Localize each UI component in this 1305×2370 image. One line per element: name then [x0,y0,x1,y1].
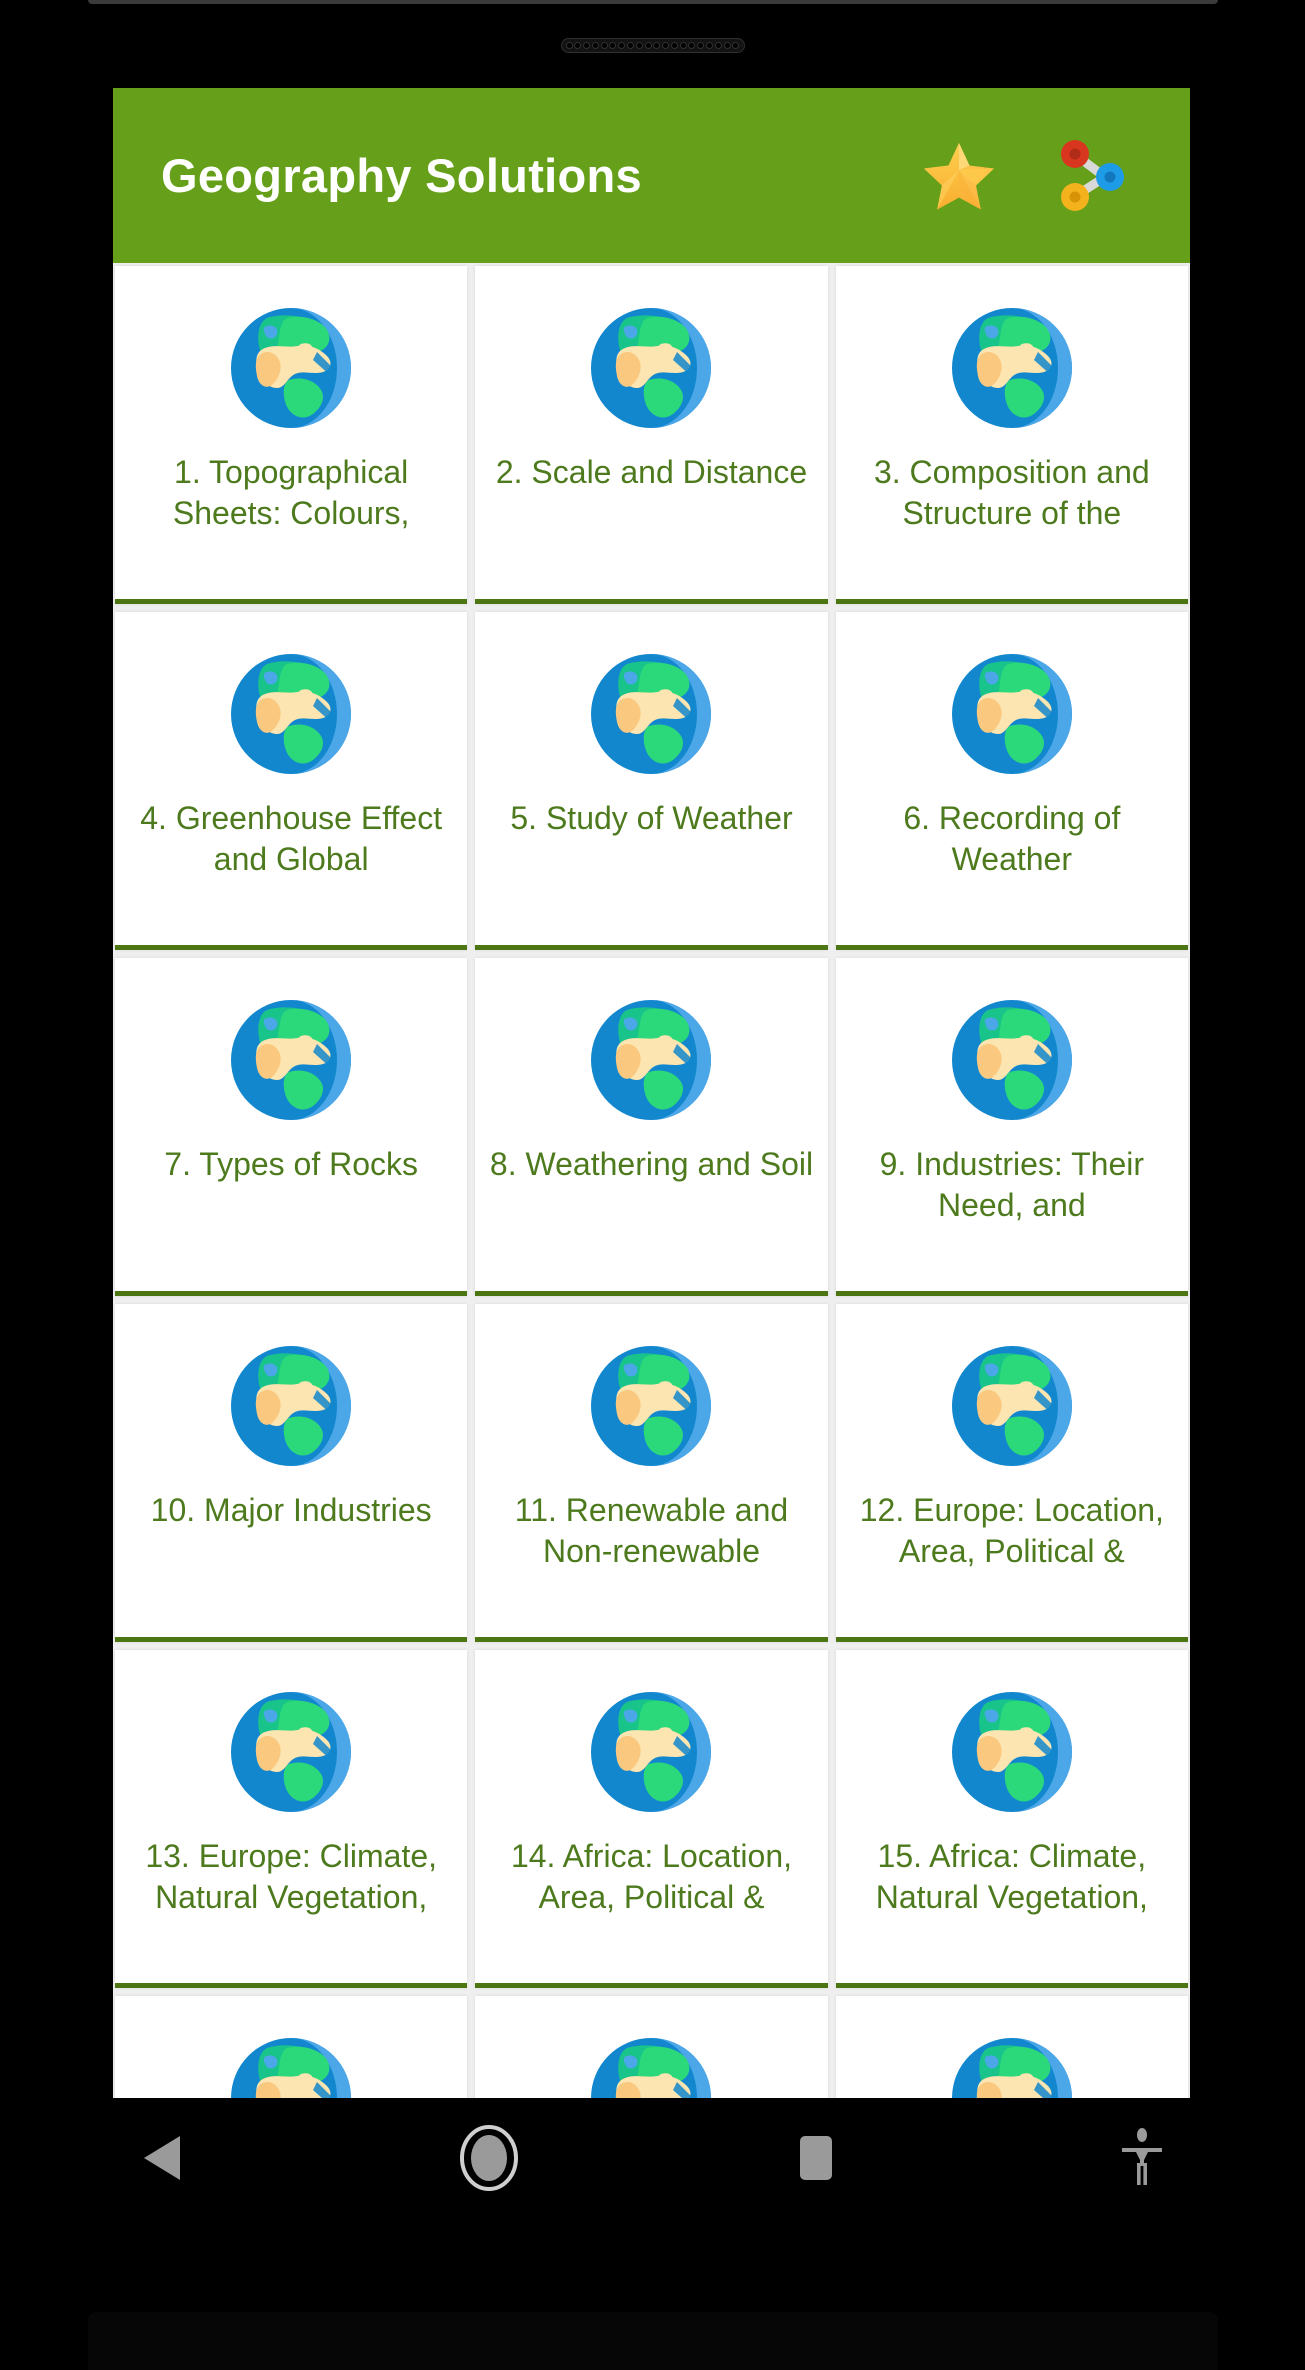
globe-icon [227,1688,355,1816]
chapter-card[interactable] [115,1996,468,2098]
chapter-card[interactable]: 1. Topographical Sheets: Colours, [115,266,468,604]
chapter-card[interactable]: 13. Europe: Climate, Natural Vegetation, [115,1650,468,1988]
chapter-card-label: 12. Europe: Location, Area, Political & [859,1492,1164,1569]
globe-icon [231,308,352,428]
chapter-card-label: 11. Renewable and Non-renewable [514,1492,789,1569]
chapter-card-label: 5. Study of Weather [510,800,793,836]
globe-icon [591,1692,712,1812]
chapter-card-label: 3. Composition and Structure of the [873,454,1150,531]
globe-icon [948,996,1076,1124]
chapter-card-label: 13. Europe: Climate, Natural Vegetation, [145,1838,438,1915]
chapter-card[interactable] [475,1996,828,2098]
globe-icon [591,1000,712,1120]
globe-icon [951,654,1072,774]
home-button[interactable] [326,2098,652,2218]
app-bar-actions [918,135,1152,217]
chapter-card[interactable]: 5. Study of Weather [475,612,828,950]
phone-device-frame: Geography Solutions 1. Topographical She… [0,0,1305,2370]
globe-icon [951,308,1072,428]
back-button[interactable] [0,2098,326,2218]
chapter-card-label: 10. Major Industries [150,1492,432,1528]
back-icon [140,2133,186,2183]
chapter-card[interactable]: 12. Europe: Location, Area, Political & [835,1304,1188,1642]
globe-icon [587,2034,715,2098]
chapter-card-label: 4. Greenhouse Effect and Global [140,800,443,877]
chapter-card[interactable]: 15. Africa: Climate, Natural Vegetation, [835,1650,1188,1988]
globe-icon [951,2038,1072,2098]
chapter-card[interactable] [835,1996,1188,2098]
accessibility-icon [1118,2127,1166,2189]
globe-icon [948,2034,1076,2098]
chapter-card[interactable]: 10. Major Industries [115,1304,468,1642]
globe-icon [231,1000,352,1120]
star-icon [921,140,997,212]
android-navigation-bar [0,2098,1305,2218]
phone-bottom-rim [88,2312,1218,2370]
phone-bottom-bezel [0,2218,1305,2370]
home-icon [459,2125,519,2191]
chapter-card[interactable]: 4. Greenhouse Effect and Global [115,612,468,950]
globe-icon [591,654,712,774]
phone-top-rim [88,0,1218,4]
globe-icon [951,1692,1072,1812]
chapter-card-label: 6. Recording of Weather [903,800,1121,877]
globe-icon [587,996,715,1124]
recents-icon [794,2132,838,2184]
globe-icon [227,304,355,432]
globe-icon [587,1688,715,1816]
chapter-card-label: 14. Africa: Location, Area, Political & [510,1838,793,1915]
chapter-card-label: 2. Scale and Distance [495,454,808,490]
chapter-card-label: 7. Types of Rocks [164,1146,419,1182]
favorite-button[interactable] [918,135,1000,217]
recents-button[interactable] [653,2098,979,2218]
chapter-card[interactable]: 6. Recording of Weather [835,612,1188,950]
app-screen: Geography Solutions 1. Topographical She… [113,88,1190,2098]
globe-icon [591,1346,712,1466]
chapter-card[interactable]: 11. Renewable and Non-renewable [475,1304,828,1642]
accessibility-button[interactable] [979,2098,1305,2218]
globe-icon [587,1342,715,1470]
globe-icon [951,1346,1072,1466]
chapter-card[interactable]: 9. Industries: Their Need, and [835,958,1188,1296]
globe-icon [227,996,355,1124]
globe-icon [948,304,1076,432]
share-button[interactable] [1048,135,1130,217]
globe-icon [227,1342,355,1470]
globe-icon [587,650,715,778]
globe-icon [948,650,1076,778]
globe-icon [227,2034,355,2098]
page-title: Geography Solutions [161,149,642,202]
globe-icon [951,1000,1072,1120]
phone-top-bezel [0,0,1305,88]
chapter-card[interactable]: 2. Scale and Distance [475,266,828,604]
globe-icon [231,1346,352,1466]
globe-icon [231,654,352,774]
globe-icon [227,650,355,778]
globe-icon [231,2038,352,2098]
chapter-card-label: 8. Weathering and Soil [489,1146,814,1182]
globe-icon [587,304,715,432]
chapter-card[interactable]: 7. Types of Rocks [115,958,468,1296]
chapter-grid: 1. Topographical Sheets: Colours, 2. Sca… [113,263,1190,2098]
chapter-card-label: 9. Industries: Their Need, and [879,1146,1145,1223]
globe-icon [591,2038,712,2098]
chapter-card[interactable]: 14. Africa: Location, Area, Political & [475,1650,828,1988]
earpiece-speaker-grille [560,38,745,53]
globe-icon [231,1692,352,1812]
chapter-card[interactable]: 8. Weathering and Soil [475,958,828,1296]
share-icon [1050,139,1128,213]
chapter-card[interactable]: 3. Composition and Structure of the [835,266,1188,604]
chapter-card-label: 15. Africa: Climate, Natural Vegetation, [875,1838,1148,1915]
app-bar: Geography Solutions [113,88,1190,263]
globe-icon [948,1342,1076,1470]
chapter-card-label: 1. Topographical Sheets: Colours, [172,454,410,531]
globe-icon [948,1688,1076,1816]
globe-icon [591,308,712,428]
